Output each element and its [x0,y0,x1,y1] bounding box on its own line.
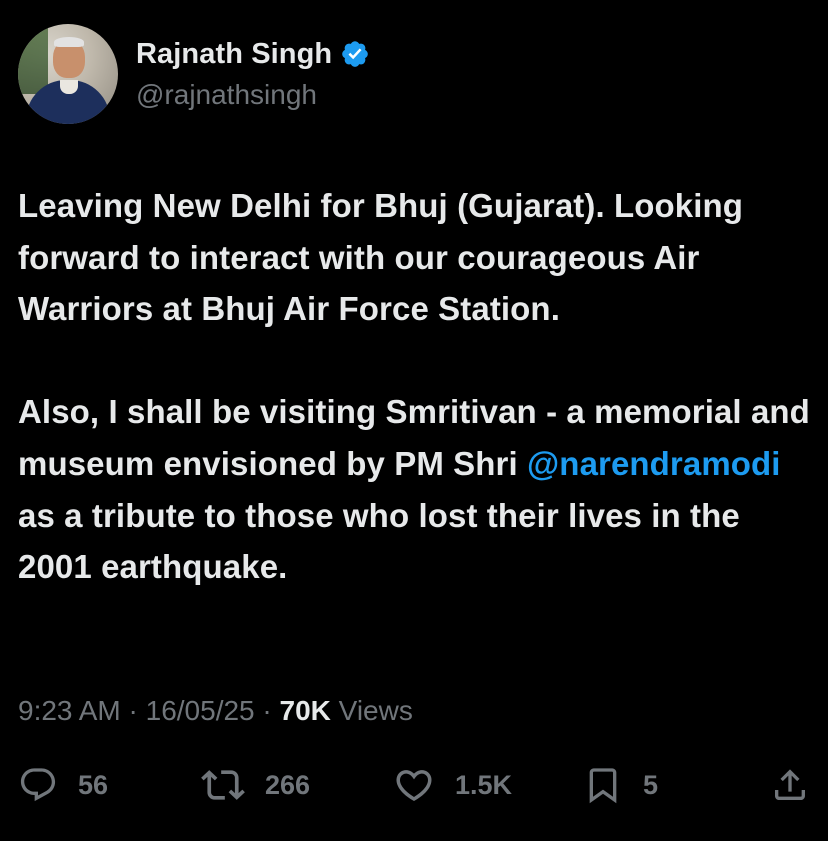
meta-separator: · [254,695,280,726]
author-display-name[interactable]: Rajnath Singh [136,38,332,71]
action-bar: 56 266 1.5K 5 [18,760,810,810]
repost-button[interactable]: 266 [201,760,310,810]
tweet-date[interactable]: 16/05/25 [146,695,255,726]
mention-link[interactable]: @narendramodi [527,445,781,482]
bookmark-icon [583,765,623,805]
avatar[interactable] [18,24,118,124]
reply-button[interactable]: 56 [18,760,108,810]
reply-icon [18,765,58,805]
views-label: Views [330,695,413,726]
tweet-meta: 9:23 AM · 16/05/25 · 70K Views [18,695,413,727]
verified-badge-icon[interactable] [340,39,370,69]
author-handle[interactable]: @rajnathsingh [136,79,370,111]
author-info: Rajnath Singh @rajnathsingh [136,38,370,111]
tweet-text: Leaving New Delhi for Bhuj (Gujarat). Lo… [18,180,818,593]
tweet-text-segment: as a tribute to those who lost their liv… [18,496,740,586]
bookmark-button[interactable]: 5 [583,760,658,810]
views-count[interactable]: 70K [280,695,331,726]
tweet-time[interactable]: 9:23 AM [18,695,121,726]
like-button[interactable]: 1.5K [393,760,512,810]
share-button[interactable] [770,760,810,810]
repost-count: 266 [265,769,311,800]
like-icon [393,764,435,806]
share-icon [770,765,810,805]
like-count: 1.5K [455,769,513,800]
reply-count: 56 [78,769,109,800]
tweet-header: Rajnath Singh @rajnathsingh [18,24,370,124]
tweet-paragraph-1: Leaving New Delhi for Bhuj (Gujarat). Lo… [18,187,744,328]
meta-separator: · [120,695,146,726]
repost-icon [201,763,245,807]
bookmark-count: 5 [643,769,659,800]
tweet-paragraph-2: Also, I shall be visiting Smritivan - a … [18,386,818,592]
